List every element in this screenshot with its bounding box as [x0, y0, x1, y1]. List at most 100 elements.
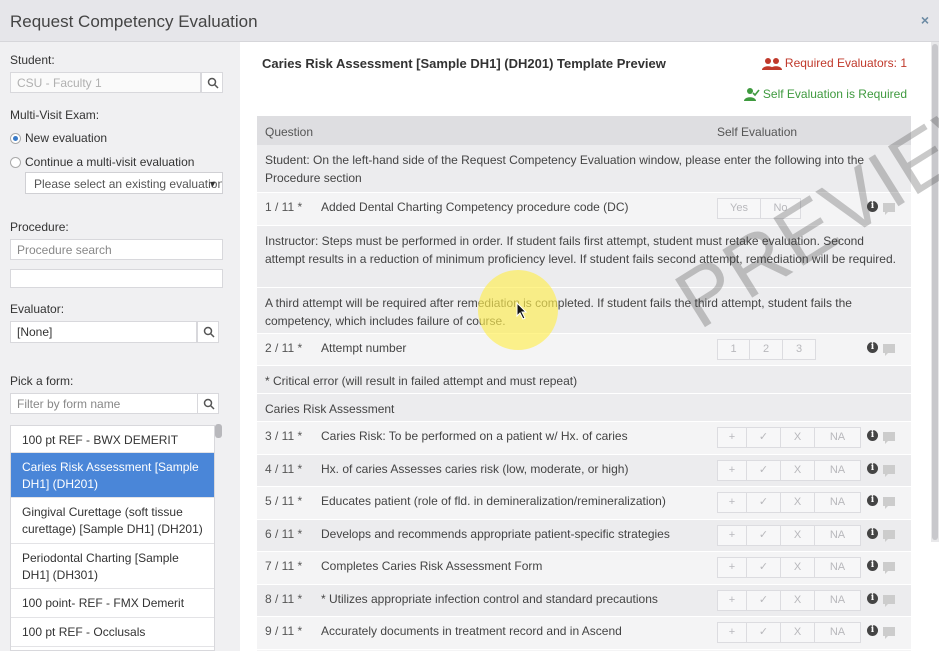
answer-option[interactable]: NA: [815, 492, 861, 513]
answer-option[interactable]: NA: [815, 589, 861, 611]
info-icon[interactable]: i: [867, 342, 878, 353]
comment-icon[interactable]: [883, 497, 895, 509]
answer-option[interactable]: X: [781, 622, 815, 643]
form-list-item[interactable]: Gingival Curettage (soft tissue curettag…: [11, 498, 214, 544]
answer-option[interactable]: ✓: [747, 622, 781, 643]
question-number: 8 / 11 *: [265, 591, 303, 606]
form-list-item[interactable]: 100 pt REF - Occlusals: [11, 618, 214, 647]
form-label: Pick a form:: [10, 374, 74, 388]
answer-option[interactable]: 2: [750, 339, 783, 360]
evaluator-field[interactable]: [None]: [10, 321, 197, 343]
answer-option[interactable]: X: [781, 492, 815, 513]
answer-option[interactable]: X: [781, 524, 815, 546]
comment-icon[interactable]: [883, 529, 895, 542]
main-panel: Caries Risk Assessment [Sample DH1] (DH2…: [240, 42, 939, 651]
search-icon: [203, 326, 215, 338]
instruction-row: Student: On the left-hand side of the Re…: [257, 145, 911, 193]
answer-option[interactable]: X: [781, 427, 815, 448]
close-icon[interactable]: ×: [921, 12, 929, 28]
answer-option[interactable]: X: [781, 459, 815, 481]
left-panel: Student: CSU - Faculty 1 Multi-Visit Exa…: [0, 42, 240, 651]
info-icon[interactable]: i: [867, 527, 878, 539]
new-evaluation-radio[interactable]: New evaluation: [10, 131, 107, 145]
question-text: Attempt number: [321, 341, 407, 355]
instruction-text: * Critical error (will result in failed …: [265, 374, 578, 388]
answer-yes[interactable]: Yes: [717, 198, 761, 219]
answer-option[interactable]: NA: [815, 427, 861, 448]
form-list-item[interactable]: Periodontal Charting [Sample DH1] (DH301…: [11, 544, 214, 589]
info-icon[interactable]: i: [867, 430, 878, 441]
question-number: 9 / 11 *: [265, 624, 303, 638]
self-evaluation-text: Self Evaluation is Required: [762, 87, 907, 101]
question-text: Added Dental Charting Competency procedu…: [321, 200, 629, 214]
comment-icon[interactable]: [883, 203, 895, 215]
answer-option[interactable]: +: [717, 557, 747, 578]
answer-option[interactable]: ✓: [747, 459, 781, 481]
form-filter-input[interactable]: Filter by form name: [10, 393, 198, 414]
comment-icon[interactable]: [883, 432, 895, 444]
question-row: 8 / 11 * * Utilizes appropriate infection…: [257, 584, 911, 617]
student-field[interactable]: CSU - Faculty 1: [10, 72, 201, 93]
procedure-search-input[interactable]: Procedure search: [10, 239, 223, 260]
answer-option[interactable]: +: [717, 427, 747, 448]
form-list-item[interactable]: 100 point- REF - FMX Demerit: [11, 589, 214, 618]
answer-option[interactable]: ✓: [747, 589, 781, 611]
answer-buttons: + ✓ X NA: [717, 524, 861, 546]
student-search-button[interactable]: [201, 72, 223, 93]
evaluator-search-button[interactable]: [197, 321, 219, 343]
answer-option[interactable]: +: [717, 524, 747, 546]
answer-option[interactable]: X: [781, 589, 815, 611]
question-row: 2 / 11 * Attempt number 1 2 3 i: [257, 334, 911, 366]
info-icon[interactable]: i: [867, 560, 878, 571]
answer-buttons: + ✓ X NA: [717, 459, 861, 481]
answer-option[interactable]: NA: [815, 524, 861, 546]
answer-option[interactable]: ✓: [747, 427, 781, 448]
answer-option[interactable]: +: [717, 492, 747, 513]
comment-icon[interactable]: [883, 594, 895, 607]
info-icon[interactable]: i: [867, 625, 878, 636]
new-evaluation-label: New evaluation: [25, 131, 108, 145]
student-label: Student:: [10, 53, 55, 67]
answer-option[interactable]: ✓: [747, 492, 781, 513]
answer-option[interactable]: +: [717, 622, 747, 643]
page-title: Caries Risk Assessment [Sample DH1] (DH2…: [262, 56, 666, 71]
answer-option[interactable]: X: [781, 557, 815, 578]
answer-option[interactable]: +: [717, 459, 747, 481]
answer-option[interactable]: 1: [717, 339, 750, 360]
info-icon[interactable]: i: [867, 201, 878, 212]
answer-option[interactable]: NA: [815, 622, 861, 643]
question-text: Educates patient (role of fld. in demine…: [321, 494, 666, 508]
info-icon[interactable]: i: [867, 462, 878, 474]
answer-option[interactable]: +: [717, 589, 747, 611]
answer-option[interactable]: ✓: [747, 557, 781, 578]
radio-selected-icon: [10, 133, 21, 144]
form-list-item-selected[interactable]: Caries Risk Assessment [Sample DH1] (DH2…: [11, 453, 214, 498]
form-list-scrollbar[interactable]: [215, 424, 222, 438]
comment-icon[interactable]: [883, 344, 895, 356]
question-text: Develops and recommends appropriate pati…: [321, 526, 670, 541]
form-list: 100 pt REF - BWX DEMERIT Caries Risk Ass…: [10, 425, 215, 651]
info-icon[interactable]: i: [867, 592, 878, 604]
answer-option[interactable]: NA: [815, 557, 861, 578]
comment-icon[interactable]: [883, 464, 895, 477]
question-number: 6 / 11 *: [265, 526, 303, 541]
answer-option[interactable]: 3: [783, 339, 816, 360]
answer-no[interactable]: No: [761, 198, 801, 219]
form-filter-search-button[interactable]: [197, 393, 219, 414]
main-scrollbar[interactable]: [931, 42, 939, 542]
info-icon[interactable]: i: [867, 495, 878, 506]
required-evaluators: Required Evaluators: 1: [761, 56, 907, 70]
procedure-result-field[interactable]: [10, 269, 223, 288]
existing-evaluation-select[interactable]: Please select an existing evaluation ▼: [25, 172, 223, 194]
continue-evaluation-radio[interactable]: Continue a multi-visit evaluation: [10, 155, 194, 169]
main-scrollbar-thumb[interactable]: [932, 44, 938, 540]
rated-question-rows: 3 / 11 * Caries Risk: To be performed on …: [257, 422, 911, 650]
comment-icon[interactable]: [883, 562, 895, 574]
answer-option[interactable]: NA: [815, 459, 861, 481]
answer-option[interactable]: ✓: [747, 524, 781, 546]
comment-icon[interactable]: [883, 627, 895, 639]
form-list-item[interactable]: 100 pt REF - BWX DEMERIT: [11, 426, 214, 453]
question-number: 2 / 11 *: [265, 341, 303, 355]
continue-evaluation-label: Continue a multi-visit evaluation: [25, 155, 195, 169]
question-row: 4 / 11 * Hx. of caries Assesses caries ri…: [257, 454, 911, 487]
